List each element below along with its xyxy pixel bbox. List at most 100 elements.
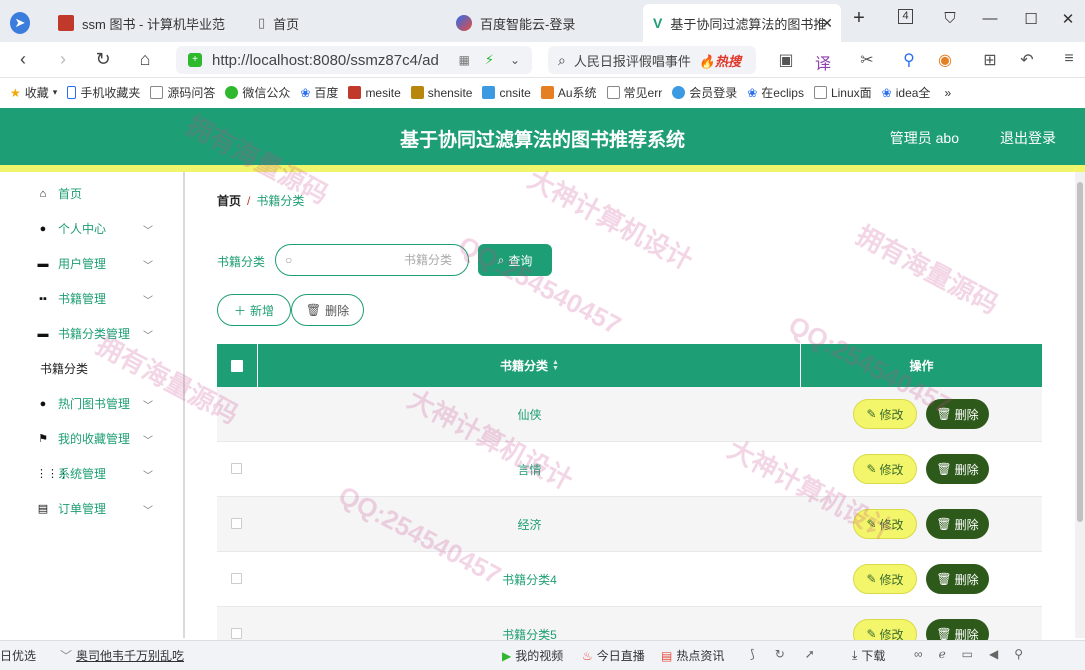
breadcrumb-home[interactable]: 首页 bbox=[217, 194, 241, 208]
status-news[interactable]: ﹀ 奥司他韦千万别乱吃 bbox=[60, 647, 184, 664]
bookmark-item[interactable]: mesite bbox=[348, 86, 401, 100]
logout-button[interactable]: 退出登录 bbox=[1000, 128, 1056, 148]
bookmark-item[interactable]: 会员登录 bbox=[672, 84, 737, 101]
select-all-checkbox[interactable] bbox=[231, 359, 243, 372]
bookmarks-more-button[interactable]: » bbox=[944, 86, 951, 100]
url-bar[interactable]: + http://localhost:8080/ssmz87c4/ad ▦ ⚡ … bbox=[176, 46, 532, 74]
category-search-input[interactable] bbox=[302, 251, 452, 269]
bookmark-label: idea全 bbox=[895, 86, 931, 100]
undo-icon[interactable]: ↶ bbox=[1016, 50, 1038, 70]
translate-icon[interactable]: 译 bbox=[812, 50, 834, 74]
bookmark-item[interactable]: Linux面 bbox=[813, 84, 872, 101]
tab-baidu-cloud[interactable]: 百度智能云-登录 bbox=[446, 4, 636, 42]
sidebar-item-hot-books[interactable]: ● 热门图书管理 ﹀ bbox=[16, 386, 161, 421]
bookmark-item[interactable]: cnsite bbox=[482, 86, 531, 100]
category-search-field[interactable]: ○ bbox=[275, 244, 469, 276]
table-header: 书籍分类 ▲▼ 操作 bbox=[217, 344, 1042, 387]
home-icon: ⌂ bbox=[39, 187, 47, 200]
browser-logo[interactable]: ➤ bbox=[0, 4, 40, 42]
tab-book-system[interactable]: V 基于协同过滤算法的图书推 ✕ bbox=[643, 4, 841, 42]
search-box[interactable]: ⌕ 人民日报评假唱事件 🔥热搜 bbox=[548, 46, 756, 74]
magnifier-icon[interactable]: ⚲ bbox=[898, 50, 920, 70]
status-left-text[interactable]: 日优选 bbox=[0, 647, 36, 664]
row-checkbox[interactable] bbox=[231, 518, 242, 529]
sidebar-item-orders[interactable]: ▤ 订单管理 ﹀ bbox=[16, 491, 161, 526]
sidebar-item-favorites[interactable]: ⚑ 我的收藏管理 ﹀ bbox=[16, 421, 161, 456]
sidebar-item-book-category[interactable]: 书籍分类 bbox=[16, 351, 161, 386]
window-close-icon[interactable]: ✕ bbox=[1058, 10, 1078, 28]
status-icons[interactable]: ⟆ ↻ ➚ bbox=[750, 647, 815, 661]
current-user: 管理员 abo bbox=[889, 130, 959, 146]
maximize-icon[interactable]: ☐ bbox=[1021, 10, 1041, 28]
monitor-icon: ▬ bbox=[37, 327, 49, 340]
tab-home[interactable]: ▯ 首页 bbox=[248, 4, 438, 42]
chevron-down-icon[interactable]: ⌄ bbox=[510, 53, 520, 67]
game-icon[interactable]: ◉ bbox=[934, 50, 956, 70]
row-checkbox[interactable] bbox=[231, 463, 242, 474]
scissors-icon[interactable]: ✂ bbox=[856, 50, 878, 70]
minimize-icon[interactable]: — bbox=[980, 10, 1000, 27]
row-checkbox[interactable] bbox=[231, 628, 242, 639]
bookmark-item[interactable]: ❀ 百度 bbox=[300, 84, 338, 101]
reader-icon[interactable]: ▣ bbox=[775, 50, 797, 70]
qr-icon[interactable]: ▦ bbox=[459, 53, 470, 67]
delete-button[interactable]: 🗑 删除 bbox=[926, 564, 989, 594]
page-scrollbar[interactable] bbox=[1075, 172, 1085, 638]
apps-grid-icon[interactable]: ⊞ bbox=[979, 50, 1001, 70]
status-download[interactable]: ⤓ 下载 bbox=[852, 647, 885, 664]
sidebar-item-home[interactable]: ⌂ 首页 bbox=[16, 176, 161, 211]
batch-delete-button[interactable]: 🗑 删除 bbox=[291, 294, 364, 326]
status-live[interactable]: ♨ 今日直播 bbox=[582, 647, 645, 664]
sidebar-item-books[interactable]: ▪▪ 书籍管理 ﹀ bbox=[16, 281, 161, 316]
status-my-video[interactable]: ▶ 我的视频 bbox=[502, 647, 563, 664]
scrollbar-thumb[interactable] bbox=[1077, 182, 1083, 522]
delete-button[interactable]: 🗑 删除 bbox=[926, 399, 989, 429]
download-icon: ⤓ bbox=[852, 648, 858, 662]
menu-icon[interactable]: ≡ bbox=[1058, 50, 1080, 68]
row-checkbox[interactable] bbox=[231, 408, 242, 419]
home-page-icon[interactable]: ⌂ bbox=[134, 49, 156, 70]
trash-icon: 🗑 bbox=[936, 462, 952, 476]
tab-count-button[interactable]: 4 bbox=[898, 9, 913, 24]
tab-ssm[interactable]: ssm 图书 - 计算机毕业范 bbox=[48, 4, 238, 42]
edit-button[interactable]: ✎ 修改 bbox=[853, 509, 917, 539]
lightning-icon[interactable]: ⚡ bbox=[485, 52, 494, 68]
bookmark-item[interactable]: ★ 收藏 ▾ bbox=[10, 84, 57, 101]
sort-icon[interactable]: ▲▼ bbox=[552, 359, 559, 372]
edit-label: 修改 bbox=[879, 407, 904, 422]
shirt-icon[interactable]: ⛉ bbox=[940, 10, 960, 27]
edit-button[interactable]: ✎ 修改 bbox=[853, 399, 917, 429]
bookmark-item[interactable]: ❀ 在eclips bbox=[747, 84, 804, 101]
close-icon[interactable]: ✕ bbox=[821, 15, 833, 32]
bookmark-item[interactable]: 微信公众 bbox=[225, 84, 290, 101]
column-header-category[interactable]: 书籍分类 ▲▼ bbox=[258, 344, 801, 387]
bookmark-item[interactable]: 常见err bbox=[606, 84, 662, 101]
edit-button[interactable]: ✎ 修改 bbox=[853, 619, 917, 640]
reload-icon[interactable]: ↻ bbox=[92, 49, 114, 70]
bookmark-item[interactable]: Au系统 bbox=[540, 84, 597, 101]
new-tab-button[interactable]: + bbox=[849, 7, 869, 30]
status-hot-news[interactable]: ▤ 热点资讯 bbox=[661, 647, 724, 664]
delete-button[interactable]: 🗑 删除 bbox=[926, 619, 989, 640]
bookmark-item[interactable]: 手机收藏夹 bbox=[67, 84, 140, 101]
bookmark-item[interactable]: 源码问答 bbox=[150, 84, 215, 101]
delete-button[interactable]: 🗑 删除 bbox=[926, 509, 989, 539]
status-tools[interactable]: ∞ ℯ ▭ ◀ ⚲ bbox=[914, 647, 1023, 661]
chevron-down-icon: ﹀ bbox=[143, 261, 153, 272]
sidebar-item-book-category-mgmt[interactable]: ▬ 书籍分类管理 ﹀ bbox=[16, 316, 161, 351]
edit-button[interactable]: ✎ 修改 bbox=[853, 564, 917, 594]
bookmark-item[interactable]: ❀ idea全 bbox=[882, 84, 931, 101]
baidu-cloud-icon bbox=[456, 15, 472, 31]
delete-button[interactable]: 🗑 删除 bbox=[926, 454, 989, 484]
add-button[interactable]: ＋ 新增 bbox=[217, 294, 291, 326]
refresh-circle-icon: ↻ bbox=[774, 647, 785, 661]
forward-icon[interactable]: › bbox=[52, 49, 74, 70]
row-checkbox[interactable] bbox=[231, 573, 242, 584]
back-icon[interactable]: ‹ bbox=[12, 49, 34, 70]
query-button[interactable]: ⌕ 查询 bbox=[478, 244, 552, 276]
sidebar-item-profile[interactable]: ● 个人中心 ﹀ bbox=[16, 211, 161, 246]
bookmark-item[interactable]: shensite bbox=[410, 86, 472, 100]
sidebar-item-users[interactable]: ▬ 用户管理 ﹀ bbox=[16, 246, 161, 281]
edit-button[interactable]: ✎ 修改 bbox=[853, 454, 917, 484]
sidebar-item-system[interactable]: ⋮⋮⋮ 系统管理 ﹀ bbox=[16, 456, 161, 491]
